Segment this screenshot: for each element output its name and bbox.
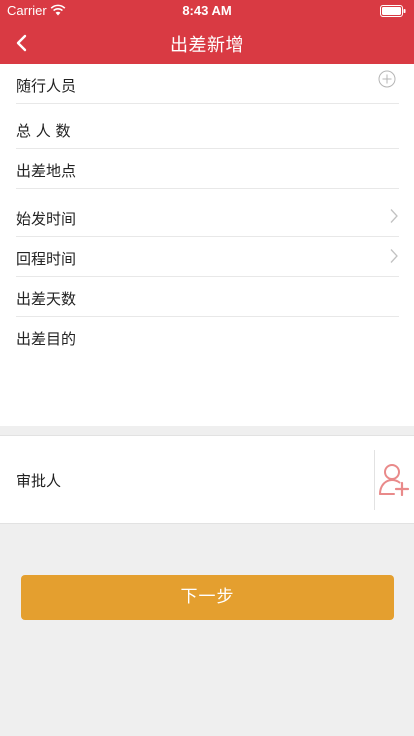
battery-icon xyxy=(380,5,406,17)
field-label: 随行人员 xyxy=(16,77,77,95)
field-label: 回程时间 xyxy=(16,250,77,268)
field-label: 出差天数 xyxy=(16,290,77,308)
app-header: Carrier 8:43 AM 出差新增 xyxy=(0,0,414,64)
field-label: 出差目的 xyxy=(16,330,77,348)
field-label: 出差地点 xyxy=(16,162,77,180)
field-return-time[interactable]: 回程时间 xyxy=(16,237,399,277)
field-total-people[interactable]: 总 人 数 xyxy=(16,109,399,149)
divider xyxy=(374,450,375,510)
page-title: 出差新增 xyxy=(170,35,244,56)
add-user-icon[interactable] xyxy=(378,462,410,496)
trip-form: 随行人员 总 人 数 出差地点 始发时间 回程时间 出差天数 出差目的 xyxy=(0,64,414,426)
field-trip-days[interactable]: 出差天数 xyxy=(16,277,399,317)
field-trip-purpose[interactable]: 出差目的 xyxy=(16,317,399,357)
approver-label: 审批人 xyxy=(16,472,62,490)
field-companions[interactable]: 随行人员 xyxy=(16,64,399,104)
field-label: 总 人 数 xyxy=(16,122,71,140)
status-bar: Carrier 8:43 AM xyxy=(0,0,414,22)
field-destination[interactable]: 出差地点 xyxy=(16,149,399,189)
next-step-button[interactable]: 下一步 xyxy=(21,575,394,620)
chevron-right-icon xyxy=(390,209,398,223)
chevron-right-icon xyxy=(390,249,398,263)
nav-bar: 出差新增 xyxy=(0,22,414,64)
field-departure-time[interactable]: 始发时间 xyxy=(16,197,399,237)
field-label: 始发时间 xyxy=(16,210,77,228)
status-time: 8:43 AM xyxy=(182,3,232,18)
plus-circle-icon[interactable] xyxy=(378,70,396,88)
approver-section: 审批人 xyxy=(0,435,414,524)
